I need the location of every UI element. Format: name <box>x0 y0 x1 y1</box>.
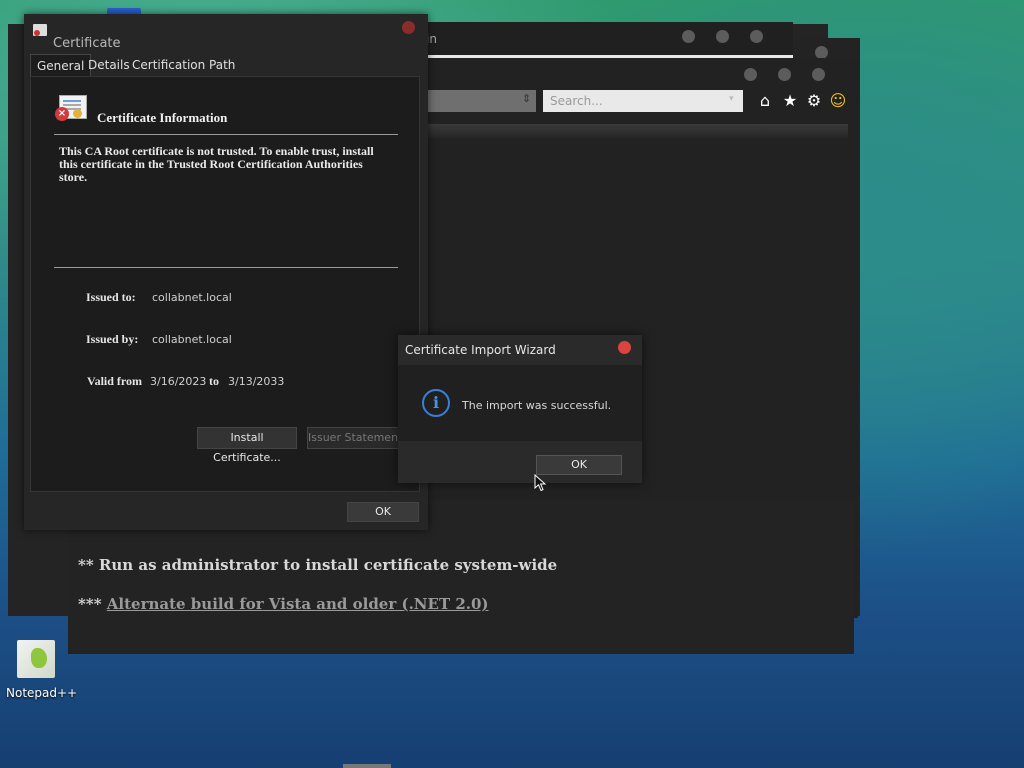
certificate-trust-message: This CA Root certificate is not trusted.… <box>59 144 374 184</box>
issued-by-value: collabnet.local <box>152 333 232 346</box>
valid-to-label: to <box>209 374 219 388</box>
certificate-dialog-title: Certificate <box>53 36 121 51</box>
valid-to-value: 3/13/2033 <box>228 375 285 388</box>
desktop-icon-notepadpp[interactable]: Notepad++ <box>6 638 77 700</box>
browser-tab-underline <box>428 55 793 58</box>
install-certificate-button[interactable]: Install Certificate... <box>197 427 297 464</box>
certificate-ok-button[interactable]: OK <box>347 502 419 522</box>
window-close-dot[interactable] <box>812 68 825 81</box>
divider <box>54 267 398 268</box>
wizard-message: The import was successful. <box>462 399 612 412</box>
alternate-build-link[interactable]: Alternate build for Vista and older (.NE… <box>107 595 489 613</box>
desktop-icon-label: Notepad++ <box>6 686 78 700</box>
browser-titlebar: in <box>410 22 793 58</box>
valid-from-label: Valid from <box>87 374 143 388</box>
titlebar-close-dot[interactable] <box>750 30 763 43</box>
page-note-prefix: *** <box>78 595 102 613</box>
search-input[interactable]: Search... <box>543 90 743 112</box>
certificate-title-icon <box>33 24 47 36</box>
titlebar-maximize-dot[interactable] <box>716 30 729 43</box>
wizard-message-area: i The import was successful. <box>398 365 642 441</box>
star-icon[interactable]: ★ <box>780 90 800 112</box>
wizard-close-button[interactable] <box>618 341 631 354</box>
address-dropdown-icon[interactable]: ⇕ <box>522 92 531 105</box>
certificate-info-heading: Certificate Information <box>97 110 228 125</box>
gear-icon[interactable]: ⚙ <box>804 90 824 112</box>
page-note-alternate: *** Alternate build for Vista and older … <box>78 595 489 613</box>
issued-to-value: collabnet.local <box>152 291 232 304</box>
page-progress-strip <box>428 124 848 138</box>
wizard-ok-button[interactable]: OK <box>536 455 622 475</box>
wizard-title: Certificate Import Wizard <box>405 343 556 357</box>
general-tab-panel: × Certificate Information This CA Root c… <box>30 76 420 492</box>
smiley-icon[interactable]: ☺ <box>828 90 848 112</box>
certificate-dialog: Certificate General Details Certificatio… <box>24 14 428 530</box>
page-note-admin: ** Run as administrator to install certi… <box>78 556 558 574</box>
taskbar-indicator <box>343 764 391 768</box>
issued-to-label: Issued to: <box>86 290 136 304</box>
home-icon[interactable]: ⌂ <box>755 90 775 112</box>
import-wizard-dialog: Certificate Import Wizard i The import w… <box>398 335 642 483</box>
issued-by-label: Issued by: <box>86 332 139 346</box>
tab-certification-path[interactable]: Certification Path <box>126 54 241 76</box>
certificate-error-icon: × <box>55 95 87 121</box>
divider <box>54 134 398 135</box>
notepadpp-icon <box>17 640 55 678</box>
info-icon: i <box>422 389 450 417</box>
address-bar[interactable] <box>428 90 536 112</box>
window-maximize-dot[interactable] <box>778 68 791 81</box>
issuer-statement-button[interactable]: Issuer Statement <box>307 427 399 449</box>
window-minimize-dot[interactable] <box>744 68 757 81</box>
certificate-close-button[interactable] <box>402 21 415 34</box>
titlebar-minimize-dot[interactable] <box>682 30 695 43</box>
search-dropdown-icon[interactable]: ▾ <box>729 94 734 104</box>
valid-from-value: 3/16/2023 <box>150 375 207 388</box>
